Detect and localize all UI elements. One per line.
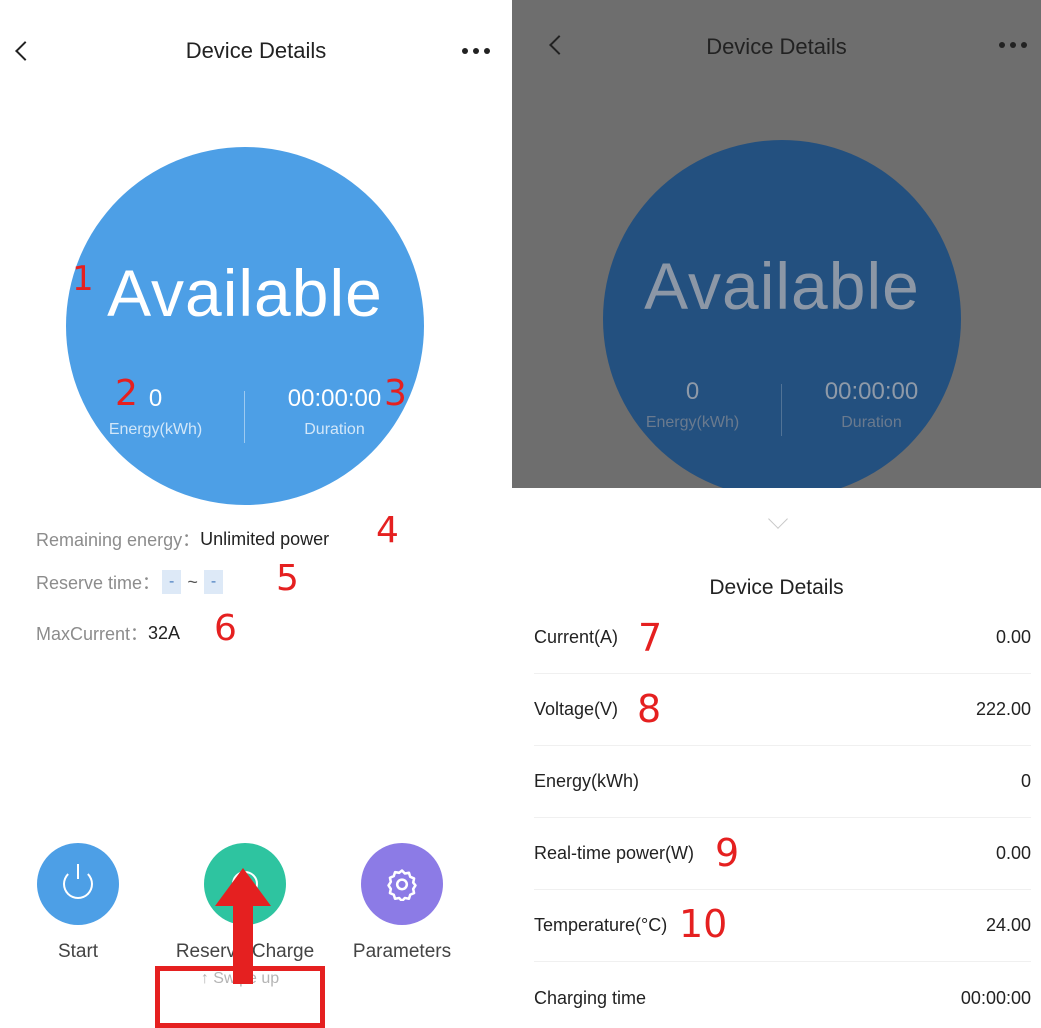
remaining-energy-row: Remaining energy： Unlimited power — [36, 526, 329, 552]
detail-label: Voltage(V) — [534, 699, 619, 719]
duration-value: 00:00:00 — [824, 378, 919, 405]
annotation-arrow-head — [215, 868, 271, 906]
duration-label: Duration — [841, 414, 902, 431]
duration-label: Duration — [304, 421, 365, 438]
energy-metric: 0 Energy(kWh) — [603, 378, 782, 432]
annotation-number: 10 — [679, 902, 728, 946]
annotation-number: 8 — [637, 687, 662, 731]
chevron-down-icon[interactable] — [768, 509, 788, 529]
detail-value: 0.00 — [995, 843, 1031, 863]
parameters-button-label: Parameters — [352, 941, 452, 962]
annotation-number: 4 — [376, 510, 399, 551]
detail-value: 0.00 — [995, 627, 1031, 647]
detail-label: Temperature(°C) — [534, 915, 668, 935]
status-text: Available — [107, 256, 383, 330]
energy-metric: 0 Energy(kWh) — [66, 385, 245, 439]
detail-row-energy: Energy(kWh) 0 — [534, 746, 1031, 818]
detail-row-realtime-power: Real-time power(W) 0.00 — [534, 818, 1031, 890]
detail-label: Real-time power(W) — [534, 843, 695, 863]
status-circle: Available 0 Energy(kWh) 00:00:00 Duratio… — [603, 140, 961, 488]
remaining-energy-value: Unlimited power — [200, 528, 330, 549]
more-options-icon[interactable] — [462, 48, 490, 54]
reserve-time-row: Reserve time： - ~ - — [36, 569, 225, 595]
annotation-number: 7 — [638, 616, 663, 660]
app-header: Device Details — [0, 0, 512, 100]
max-current-row: MaxCurrent： 32A — [36, 620, 180, 646]
start-button[interactable]: Start — [0, 843, 158, 963]
more-options-icon[interactable] — [999, 42, 1027, 48]
device-details-screen-right: Device Details Available 0 Energy(kWh) 0… — [512, 0, 1041, 1028]
parameters-button-circle[interactable] — [361, 843, 443, 925]
annotation-number: 3 — [384, 373, 407, 414]
power-icon — [63, 864, 93, 899]
device-details-screen-left: Device Details Available 0 Energy(kWh) 0… — [0, 0, 512, 1028]
gear-icon — [387, 869, 417, 901]
parameters-button[interactable]: Parameters — [322, 843, 482, 963]
detail-value: 24.00 — [985, 915, 1031, 935]
remaining-energy-label: Remaining energy： — [36, 530, 201, 550]
detail-row-charging-time: Charging time 00:00:00 — [534, 962, 1031, 1028]
start-button-label: Start — [57, 941, 99, 962]
page-title: Device Details — [706, 34, 847, 59]
annotation-number: 5 — [276, 558, 299, 599]
detail-label: Current(A) — [534, 627, 619, 647]
energy-value: 0 — [685, 378, 700, 405]
detail-value: 222.00 — [975, 699, 1031, 719]
detail-row-voltage: Voltage(V) 222.00 — [534, 674, 1031, 746]
sheet-title: Device Details — [709, 576, 844, 599]
energy-value: 0 — [148, 385, 163, 412]
detail-label: Charging time — [534, 987, 647, 1008]
max-current-value: 32A — [148, 622, 181, 643]
reserve-time-label: Reserve time： — [36, 573, 161, 593]
detail-row-temperature: Temperature(°C) 24.00 — [534, 890, 1031, 962]
page-title: Device Details — [185, 38, 327, 63]
status-text: Available — [644, 249, 920, 323]
annotation-number: 9 — [715, 831, 740, 875]
annotation-number: 1 — [72, 259, 94, 299]
annotation-number: 6 — [214, 608, 237, 649]
reserve-start-chip[interactable]: - — [162, 570, 182, 594]
detail-value: 0 — [1020, 771, 1031, 791]
annotation-number: 2 — [115, 373, 138, 414]
energy-label: Energy(kWh) — [108, 421, 203, 438]
duration-metric: 00:00:00 Duration — [782, 378, 961, 432]
reserve-end-chip[interactable]: - — [203, 570, 224, 594]
device-details-sheet: Device Details Current(A) 0.00 Voltage(V… — [512, 488, 1041, 1028]
detail-value: 00:00:00 — [960, 987, 1031, 1008]
status-circle: Available 0 Energy(kWh) 00:00:00 Duratio… — [66, 147, 424, 505]
start-button-circle[interactable] — [37, 843, 119, 925]
dimmed-overlay[interactable]: Device Details Available 0 Energy(kWh) 0… — [512, 0, 1041, 488]
annotation-highlight-box — [155, 966, 325, 1028]
max-current-label: MaxCurrent： — [36, 624, 149, 644]
reserve-separator: ~ — [187, 571, 198, 592]
detail-row-current: Current(A) 0.00 — [534, 602, 1031, 674]
detail-label: Energy(kWh) — [534, 771, 640, 791]
energy-label: Energy(kWh) — [645, 414, 740, 431]
